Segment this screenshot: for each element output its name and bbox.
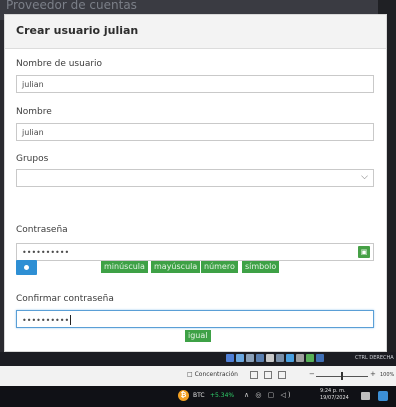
username-label: Nombre de usuario <box>16 59 103 69</box>
background-page-title: Proveedor de cuentas <box>6 0 137 12</box>
optical-drive-icon[interactable] <box>236 354 244 362</box>
usb-icon[interactable] <box>266 354 274 362</box>
print-layout-icon[interactable] <box>264 371 272 379</box>
ticker-change: +5.34% <box>210 392 235 399</box>
read-mode-icon[interactable] <box>250 371 258 379</box>
document-status-bar: □ Concentración − + 100% <box>0 366 396 386</box>
display-icon[interactable] <box>286 354 294 362</box>
confirm-password-field[interactable]: •••••••••• <box>16 310 374 328</box>
username-field[interactable]: julian <box>16 75 374 93</box>
password-field[interactable]: •••••••••• ▣ <box>16 243 374 261</box>
hdd-icon[interactable] <box>226 354 234 362</box>
vm-tray-icons <box>226 354 324 364</box>
rule-symbol-badge: símbolo <box>242 261 280 273</box>
focus-mode-icon: □ <box>187 371 193 378</box>
taskbar-clock[interactable]: 9:24 p. m. 19/07/2024 <box>320 388 349 402</box>
focus-mode-label: Concentración <box>194 371 238 378</box>
focus-mode-button[interactable]: □ Concentración <box>187 371 238 378</box>
name-field[interactable]: julian <box>16 123 374 141</box>
notification-icon[interactable] <box>361 392 370 400</box>
eye-icon <box>24 265 29 270</box>
password-match-badge: igual <box>185 330 211 342</box>
name-label: Nombre <box>16 107 52 117</box>
ticker-symbol[interactable]: BTC <box>193 392 205 399</box>
zoom-level[interactable]: 100% <box>380 372 394 378</box>
confirm-password-value: •••••••••• <box>22 316 70 325</box>
mouse-integration-icon[interactable] <box>316 354 324 362</box>
shared-folder-icon[interactable] <box>276 354 284 362</box>
system-tray-icons[interactable]: ∧ ◎ ▢ ◁) <box>244 391 293 399</box>
text-caret <box>70 315 72 325</box>
modal-header: Crear usuario julian <box>5 15 386 49</box>
confirm-password-label: Confirmar contraseña <box>16 294 114 304</box>
view-mode-buttons <box>250 371 286 379</box>
app-icon[interactable] <box>378 391 388 401</box>
groups-select[interactable]: ⌵ <box>16 169 374 187</box>
chevron-down-icon: ⌵ <box>361 172 368 182</box>
bitcoin-icon[interactable]: ₿ <box>178 390 189 401</box>
cpu-icon[interactable] <box>306 354 314 362</box>
zoom-in-button[interactable]: + <box>370 370 376 378</box>
password-label: Contraseña <box>16 225 68 235</box>
password-value: •••••••••• <box>22 248 70 257</box>
vm-status-bar: CTRL DERECHA <box>0 352 396 366</box>
clock-time: 9:24 p. m. <box>320 388 346 394</box>
rule-number-badge: número <box>201 261 238 273</box>
host-key-label: CTRL DERECHA <box>355 355 394 361</box>
show-password-button[interactable] <box>16 260 37 275</box>
audio-icon[interactable] <box>246 354 254 362</box>
zoom-slider-thumb[interactable] <box>341 372 343 380</box>
lock-icon[interactable]: ▣ <box>358 246 370 258</box>
web-layout-icon[interactable] <box>278 371 286 379</box>
zoom-out-button[interactable]: − <box>309 370 315 378</box>
rule-lowercase-badge: minúscula <box>101 261 148 273</box>
modal-title: Crear usuario julian <box>16 24 139 37</box>
windows-taskbar: ₿ BTC +5.34% ∧ ◎ ▢ ◁) 9:24 p. m. 19/07/2… <box>0 386 396 407</box>
network-icon[interactable] <box>256 354 264 362</box>
rule-uppercase-badge: mayúscula <box>151 261 201 273</box>
clock-date: 19/07/2024 <box>320 395 349 401</box>
recording-icon[interactable] <box>296 354 304 362</box>
groups-label: Grupos <box>16 154 49 164</box>
create-user-modal: Crear usuario julian Nombre de usuario j… <box>4 14 387 352</box>
